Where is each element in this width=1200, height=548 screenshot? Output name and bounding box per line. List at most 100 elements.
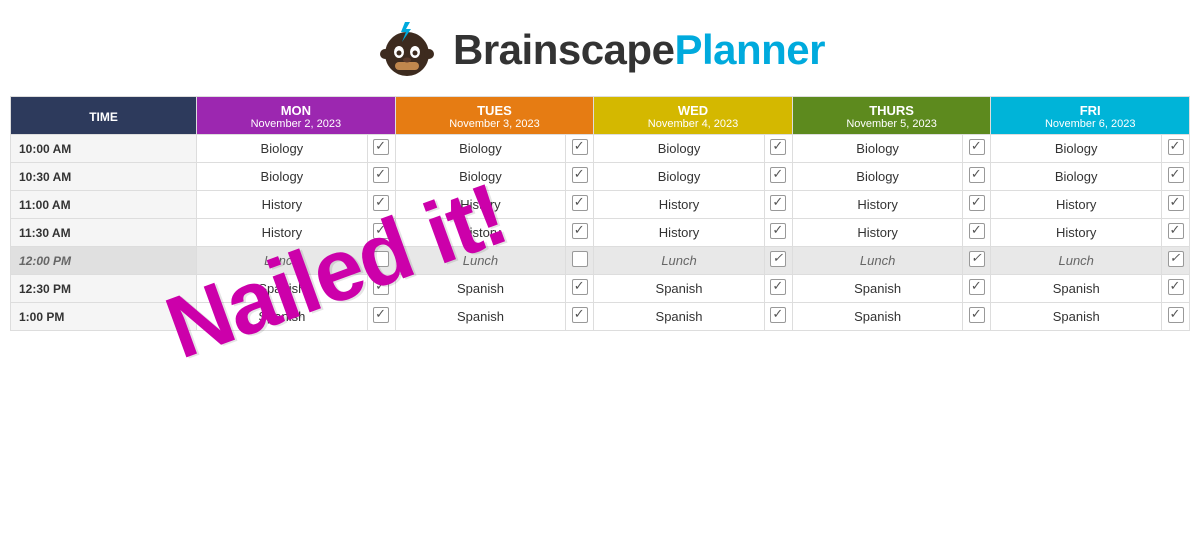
checkbox-cell[interactable] bbox=[566, 191, 594, 219]
schedule-table-wrapper: TIME MON November 2, 2023 TUES November … bbox=[0, 96, 1200, 331]
checkbox-cell[interactable] bbox=[367, 247, 395, 275]
checkbox-cell[interactable] bbox=[963, 191, 991, 219]
checkbox-cell[interactable] bbox=[1162, 135, 1190, 163]
checkbox-cell[interactable] bbox=[1162, 163, 1190, 191]
checkbox-cell[interactable] bbox=[764, 303, 792, 331]
table-row: 11:00 AMHistoryHistoryHistoryHistoryHist… bbox=[11, 191, 1190, 219]
checkbox-icon[interactable] bbox=[572, 223, 588, 239]
checkbox-cell[interactable] bbox=[367, 135, 395, 163]
checkbox-cell[interactable] bbox=[764, 247, 792, 275]
subject-cell: History bbox=[991, 191, 1162, 219]
checkbox-icon[interactable] bbox=[373, 251, 389, 267]
logo-icon bbox=[375, 18, 439, 82]
checkbox-icon[interactable] bbox=[969, 167, 985, 183]
checkbox-icon[interactable] bbox=[969, 251, 985, 267]
tues-day-label: TUES bbox=[400, 103, 590, 118]
checkbox-icon[interactable] bbox=[770, 307, 786, 323]
checkbox-cell[interactable] bbox=[764, 219, 792, 247]
checkbox-icon[interactable] bbox=[770, 223, 786, 239]
wed-header: WED November 4, 2023 bbox=[594, 97, 793, 135]
checkbox-cell[interactable] bbox=[1162, 219, 1190, 247]
checkbox-cell[interactable] bbox=[566, 219, 594, 247]
checkbox-icon[interactable] bbox=[1168, 223, 1184, 239]
checkbox-icon[interactable] bbox=[969, 195, 985, 211]
fri-day-label: FRI bbox=[995, 103, 1185, 118]
mon-day-label: MON bbox=[201, 103, 391, 118]
checkbox-cell[interactable] bbox=[566, 135, 594, 163]
checkbox-cell[interactable] bbox=[963, 303, 991, 331]
subject-cell: Spanish bbox=[197, 303, 368, 331]
checkbox-cell[interactable] bbox=[566, 163, 594, 191]
checkbox-icon[interactable] bbox=[572, 167, 588, 183]
subject-cell: Spanish bbox=[395, 275, 566, 303]
subject-cell: History bbox=[792, 191, 963, 219]
subject-cell: Lunch bbox=[991, 247, 1162, 275]
checkbox-icon[interactable] bbox=[770, 167, 786, 183]
checkbox-cell[interactable] bbox=[367, 163, 395, 191]
subject-cell: Lunch bbox=[792, 247, 963, 275]
checkbox-icon[interactable] bbox=[1168, 279, 1184, 295]
checkbox-icon[interactable] bbox=[1168, 195, 1184, 211]
checkbox-icon[interactable] bbox=[969, 279, 985, 295]
subject-cell: Lunch bbox=[197, 247, 368, 275]
wed-day-label: WED bbox=[598, 103, 788, 118]
checkbox-icon[interactable] bbox=[572, 251, 588, 267]
checkbox-icon[interactable] bbox=[373, 223, 389, 239]
checkbox-icon[interactable] bbox=[1168, 307, 1184, 323]
schedule-table: TIME MON November 2, 2023 TUES November … bbox=[10, 96, 1190, 331]
checkbox-cell[interactable] bbox=[764, 163, 792, 191]
time-cell: 11:00 AM bbox=[11, 191, 197, 219]
checkbox-cell[interactable] bbox=[963, 247, 991, 275]
checkbox-cell[interactable] bbox=[764, 275, 792, 303]
subject-cell: History bbox=[395, 219, 566, 247]
checkbox-icon[interactable] bbox=[373, 307, 389, 323]
checkbox-cell[interactable] bbox=[1162, 303, 1190, 331]
checkbox-icon[interactable] bbox=[770, 279, 786, 295]
table-row: 11:30 AMHistoryHistoryHistoryHistoryHist… bbox=[11, 219, 1190, 247]
checkbox-cell[interactable] bbox=[963, 275, 991, 303]
brand-brain: Brainscape bbox=[453, 26, 674, 73]
checkbox-cell[interactable] bbox=[566, 247, 594, 275]
checkbox-icon[interactable] bbox=[572, 279, 588, 295]
checkbox-icon[interactable] bbox=[770, 139, 786, 155]
checkbox-cell[interactable] bbox=[963, 163, 991, 191]
tues-header: TUES November 3, 2023 bbox=[395, 97, 594, 135]
checkbox-icon[interactable] bbox=[969, 307, 985, 323]
mon-header: MON November 2, 2023 bbox=[197, 97, 396, 135]
checkbox-cell[interactable] bbox=[764, 135, 792, 163]
checkbox-icon[interactable] bbox=[969, 139, 985, 155]
time-cell: 10:30 AM bbox=[11, 163, 197, 191]
checkbox-cell[interactable] bbox=[367, 303, 395, 331]
checkbox-cell[interactable] bbox=[1162, 275, 1190, 303]
checkbox-icon[interactable] bbox=[373, 139, 389, 155]
checkbox-icon[interactable] bbox=[1168, 167, 1184, 183]
time-cell: 12:00 PM bbox=[11, 247, 197, 275]
checkbox-icon[interactable] bbox=[770, 195, 786, 211]
checkbox-icon[interactable] bbox=[572, 195, 588, 211]
checkbox-cell[interactable] bbox=[367, 219, 395, 247]
checkbox-cell[interactable] bbox=[367, 275, 395, 303]
checkbox-icon[interactable] bbox=[1168, 139, 1184, 155]
checkbox-icon[interactable] bbox=[770, 251, 786, 267]
checkbox-cell[interactable] bbox=[764, 191, 792, 219]
checkbox-icon[interactable] bbox=[572, 307, 588, 323]
time-cell: 1:00 PM bbox=[11, 303, 197, 331]
checkbox-icon[interactable] bbox=[969, 223, 985, 239]
checkbox-icon[interactable] bbox=[373, 167, 389, 183]
checkbox-cell[interactable] bbox=[566, 275, 594, 303]
table-row: 12:00 PMLunchLunchLunchLunchLunch bbox=[11, 247, 1190, 275]
checkbox-cell[interactable] bbox=[1162, 191, 1190, 219]
subject-cell: Spanish bbox=[991, 275, 1162, 303]
checkbox-icon[interactable] bbox=[373, 279, 389, 295]
subject-cell: Spanish bbox=[594, 303, 765, 331]
checkbox-cell[interactable] bbox=[367, 191, 395, 219]
subject-cell: Spanish bbox=[197, 275, 368, 303]
checkbox-cell[interactable] bbox=[566, 303, 594, 331]
checkbox-icon[interactable] bbox=[572, 139, 588, 155]
checkbox-cell[interactable] bbox=[963, 135, 991, 163]
checkbox-cell[interactable] bbox=[963, 219, 991, 247]
subject-cell: Biology bbox=[991, 163, 1162, 191]
checkbox-icon[interactable] bbox=[373, 195, 389, 211]
checkbox-cell[interactable] bbox=[1162, 247, 1190, 275]
checkbox-icon[interactable] bbox=[1168, 251, 1184, 267]
